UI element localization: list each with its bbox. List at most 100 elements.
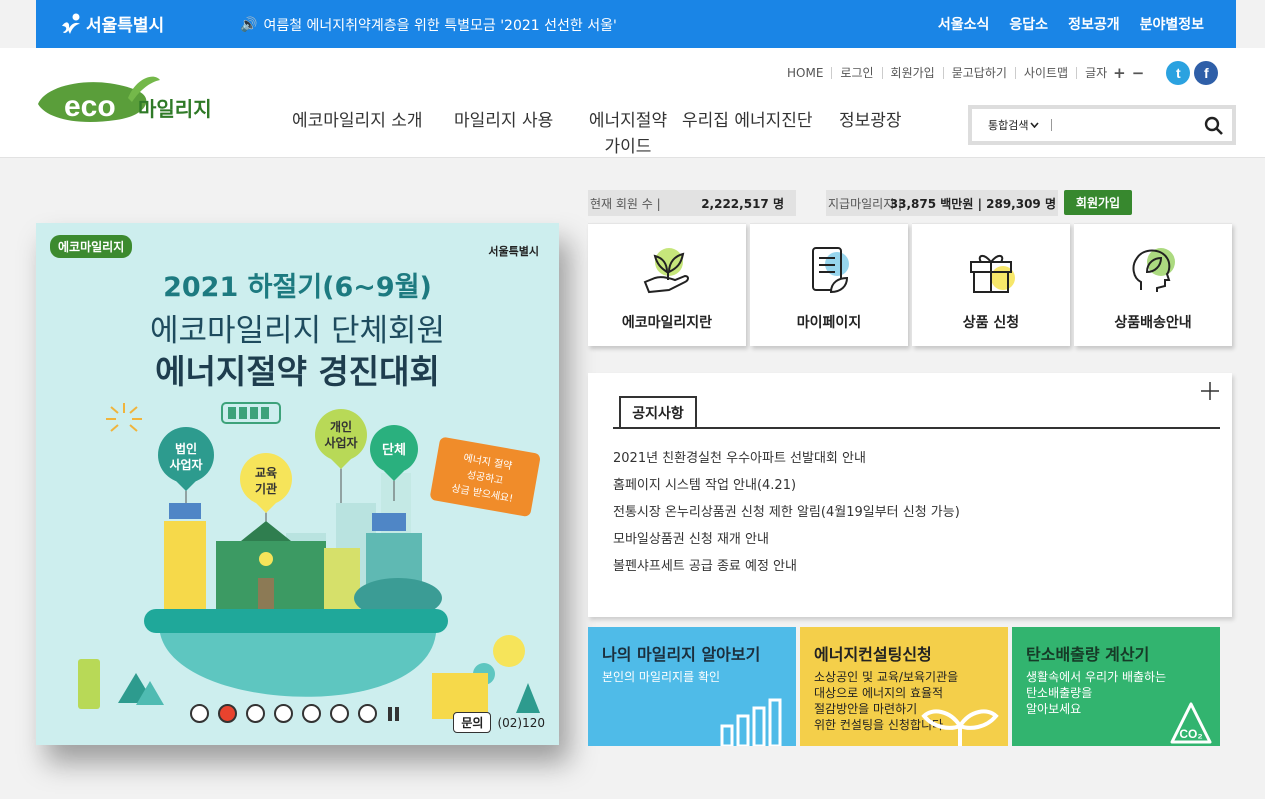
banner-seoul-logo: 서울특별시	[488, 245, 539, 258]
mileage-paid-value: 33,875 백만원 | 289,309 명	[889, 196, 1056, 211]
slide-dot-7[interactable]	[358, 704, 377, 723]
pause-icon[interactable]	[388, 706, 400, 721]
quick-menu-product-apply[interactable]: 상품 신청	[912, 223, 1070, 346]
slide-dot-2[interactable]	[218, 704, 237, 723]
list-item[interactable]: 모바일상품권 신청 재개 안내	[613, 531, 960, 558]
seoul-logo[interactable]: 서울특별시	[60, 11, 164, 36]
list-item[interactable]: 전통시장 온누리상품권 신청 제한 알림(4월19일부터 신청 가능)	[613, 504, 960, 531]
list-item[interactable]: 볼펜샤프세트 공급 종료 예정 안내	[613, 558, 960, 585]
speaker-icon: 🔊	[240, 17, 258, 33]
chevron-down-icon	[1030, 122, 1040, 128]
banner-illustration: 법인 사업자 교육 기관 개인 사업자 단체 에너지 절약 성공하고 상금 받으…	[78, 402, 541, 719]
quick-menu-delivery[interactable]: 상품배송안내	[1074, 223, 1232, 346]
topnav-field-info[interactable]: 분야별정보	[1140, 14, 1204, 34]
main-nav: 에코마일리지 소개 마일리지 사용 에너지절약 가이드 우리집 에너지진단 정보…	[292, 108, 919, 160]
nav-energy-guide[interactable]: 에너지절약 가이드	[574, 108, 682, 160]
svg-text:개인: 개인	[330, 419, 352, 434]
balloon-corporate: 법인 사업자	[158, 427, 214, 513]
topnav-seoul-news[interactable]: 서울소식	[938, 14, 990, 34]
quick-menu-mypage-label: 마이페이지	[796, 315, 862, 331]
tile-my-mileage-title: 나의 마일리지 알아보기	[602, 645, 761, 664]
topnav-eungdapso[interactable]: 응답소	[1009, 14, 1048, 34]
main-banner[interactable]: 에코마일리지 서울특별시 2021 하절기(6~9월) 에코마일리지 단체회원 …	[36, 223, 559, 745]
search-scope-select[interactable]: 통합검색	[988, 117, 1040, 133]
seoul-brand-text: 서울특별시	[86, 16, 165, 36]
top-notice[interactable]: 🔊 여름철 에너지취약계층을 위한 특별모금 '2021 선선한 서울'	[240, 15, 617, 35]
plus-icon[interactable]	[1200, 381, 1220, 401]
prize-callout: 에너지 절약 성공하고 상금 받으세요!	[430, 437, 541, 517]
join-button[interactable]: 회원가입	[1064, 190, 1132, 215]
tile-my-mileage[interactable]: 나의 마일리지 알아보기 본인의 마일리지를 확인	[588, 627, 796, 746]
svg-text:eco: eco	[64, 90, 116, 123]
slide-dot-4[interactable]	[274, 704, 293, 723]
notice-board: 공지사항 2021년 친환경실천 우수아파트 선발대회 안내 홈페이지 시스템 …	[588, 373, 1232, 617]
balloon-individual: 개인 사업자	[315, 409, 367, 503]
util-sitemap[interactable]: 사이트맵	[1016, 67, 1078, 79]
banner-eco-logo: 에코마일리지	[50, 235, 133, 258]
quick-menu-about[interactable]: 에코마일리지란	[588, 223, 746, 346]
slide-indicators	[190, 704, 400, 723]
document-leaf-icon	[812, 247, 849, 294]
nav-mileage-use[interactable]: 마일리지 사용	[454, 108, 574, 160]
tile-energy-consulting-title: 에너지컨설팅신청	[814, 645, 932, 664]
svg-text:교육: 교육	[255, 465, 277, 480]
member-count-label: 현재 회원 수 |	[590, 196, 661, 211]
seoul-symbol-icon	[62, 13, 80, 34]
slide-dot-1[interactable]	[190, 704, 209, 723]
tile-energy-consulting[interactable]: 에너지컨설팅신청 소상공인 및 교육/보육기관을 대상으로 에너지의 효율적 절…	[800, 627, 1008, 746]
svg-text:CO₂: CO₂	[1179, 727, 1202, 741]
sprout-icon	[921, 709, 999, 746]
eco-mileage-logo[interactable]: eco 마일리지	[36, 74, 221, 130]
twitter-icon[interactable]: t	[1166, 61, 1191, 85]
facebook-icon[interactable]: f	[1194, 61, 1219, 85]
tile-carbon-calculator-desc: 생활속에서 우리가 배출하는 탄소배출량을 알아보세요	[1026, 670, 1167, 716]
sun-rays-icon	[106, 403, 142, 432]
notice-tab[interactable]: 공지사항	[619, 396, 697, 428]
member-count-value: 2,222,517 명	[701, 196, 784, 211]
slide-dot-5[interactable]	[302, 704, 321, 723]
banner-title-period: 2021 하절기(6~9월)	[163, 272, 432, 303]
gift-icon	[970, 255, 1015, 293]
util-login[interactable]: 로그인	[832, 67, 883, 79]
util-signup[interactable]: 회원가입	[883, 67, 944, 79]
battery-icon	[221, 402, 281, 424]
head-leaf-icon	[1132, 248, 1175, 292]
svg-text:사업자: 사업자	[169, 457, 202, 472]
search-box: 통합검색	[968, 105, 1236, 145]
svg-text:사업자: 사업자	[324, 435, 357, 450]
tile-my-mileage-desc: 본인의 마일리지를 확인	[602, 670, 721, 684]
topnav-info-open[interactable]: 정보공개	[1068, 14, 1120, 34]
font-plus-button[interactable]: +	[1113, 66, 1126, 81]
site-header: eco 마일리지 HOME 로그인 회원가입 묻고답하기 사이트맵 글자 + −…	[0, 48, 1265, 158]
top-nav: 서울소식 응답소 정보공개 분야별정보	[938, 14, 1204, 34]
quick-menu-mypage[interactable]: 마이페이지	[750, 223, 908, 346]
util-home[interactable]: HOME	[787, 67, 833, 79]
font-minus-button[interactable]: −	[1132, 66, 1145, 81]
banner-title-members: 에코마일리지 단체회원	[149, 313, 446, 349]
mileage-paid-stat: 지급마일리지 | 33,875 백만원 | 289,309 명	[826, 190, 1058, 216]
nav-eco-intro[interactable]: 에코마일리지 소개	[292, 108, 454, 160]
list-item[interactable]: 홈페이지 시스템 작업 안내(4.21)	[613, 477, 960, 504]
tile-carbon-calculator-title: 탄소배출량 계산기	[1026, 645, 1150, 664]
top-notice-text[interactable]: 여름철 에너지취약계층을 위한 특별모금 '2021 선선한 서울'	[263, 15, 616, 35]
contact-number: (02)120	[497, 715, 545, 730]
top-bar: 서울특별시 🔊 여름철 에너지취약계층을 위한 특별모금 '2021 선선한 서…	[36, 0, 1236, 48]
svg-text:마일리지: 마일리지	[138, 97, 212, 121]
utility-menu: HOME 로그인 회원가입 묻고답하기 사이트맵 글자 + − t f	[787, 61, 1219, 85]
search-input[interactable]	[1051, 119, 1182, 131]
svg-text:기관: 기관	[255, 481, 277, 496]
list-item[interactable]: 2021년 친환경실천 우수아파트 선발대회 안내	[613, 450, 960, 477]
quick-menu-product-apply-label: 상품 신청	[962, 315, 1020, 331]
nav-home-diagnosis[interactable]: 우리집 에너지진단	[682, 108, 839, 160]
nav-info-plaza[interactable]: 정보광장	[839, 108, 919, 160]
svg-text:단체: 단체	[382, 442, 406, 458]
slide-dot-6[interactable]	[330, 704, 349, 723]
co2-recycle-icon: CO₂	[1170, 702, 1212, 744]
slide-dot-3[interactable]	[246, 704, 265, 723]
util-qna[interactable]: 묻고답하기	[944, 67, 1016, 79]
tile-carbon-calculator[interactable]: 탄소배출량 계산기 생활속에서 우리가 배출하는 탄소배출량을 알아보세요 CO…	[1012, 627, 1220, 746]
search-icon[interactable]	[1204, 116, 1224, 136]
search-scope-label: 통합검색	[988, 119, 1029, 132]
plant-hand-icon	[643, 248, 689, 294]
notice-divider	[613, 427, 1220, 429]
